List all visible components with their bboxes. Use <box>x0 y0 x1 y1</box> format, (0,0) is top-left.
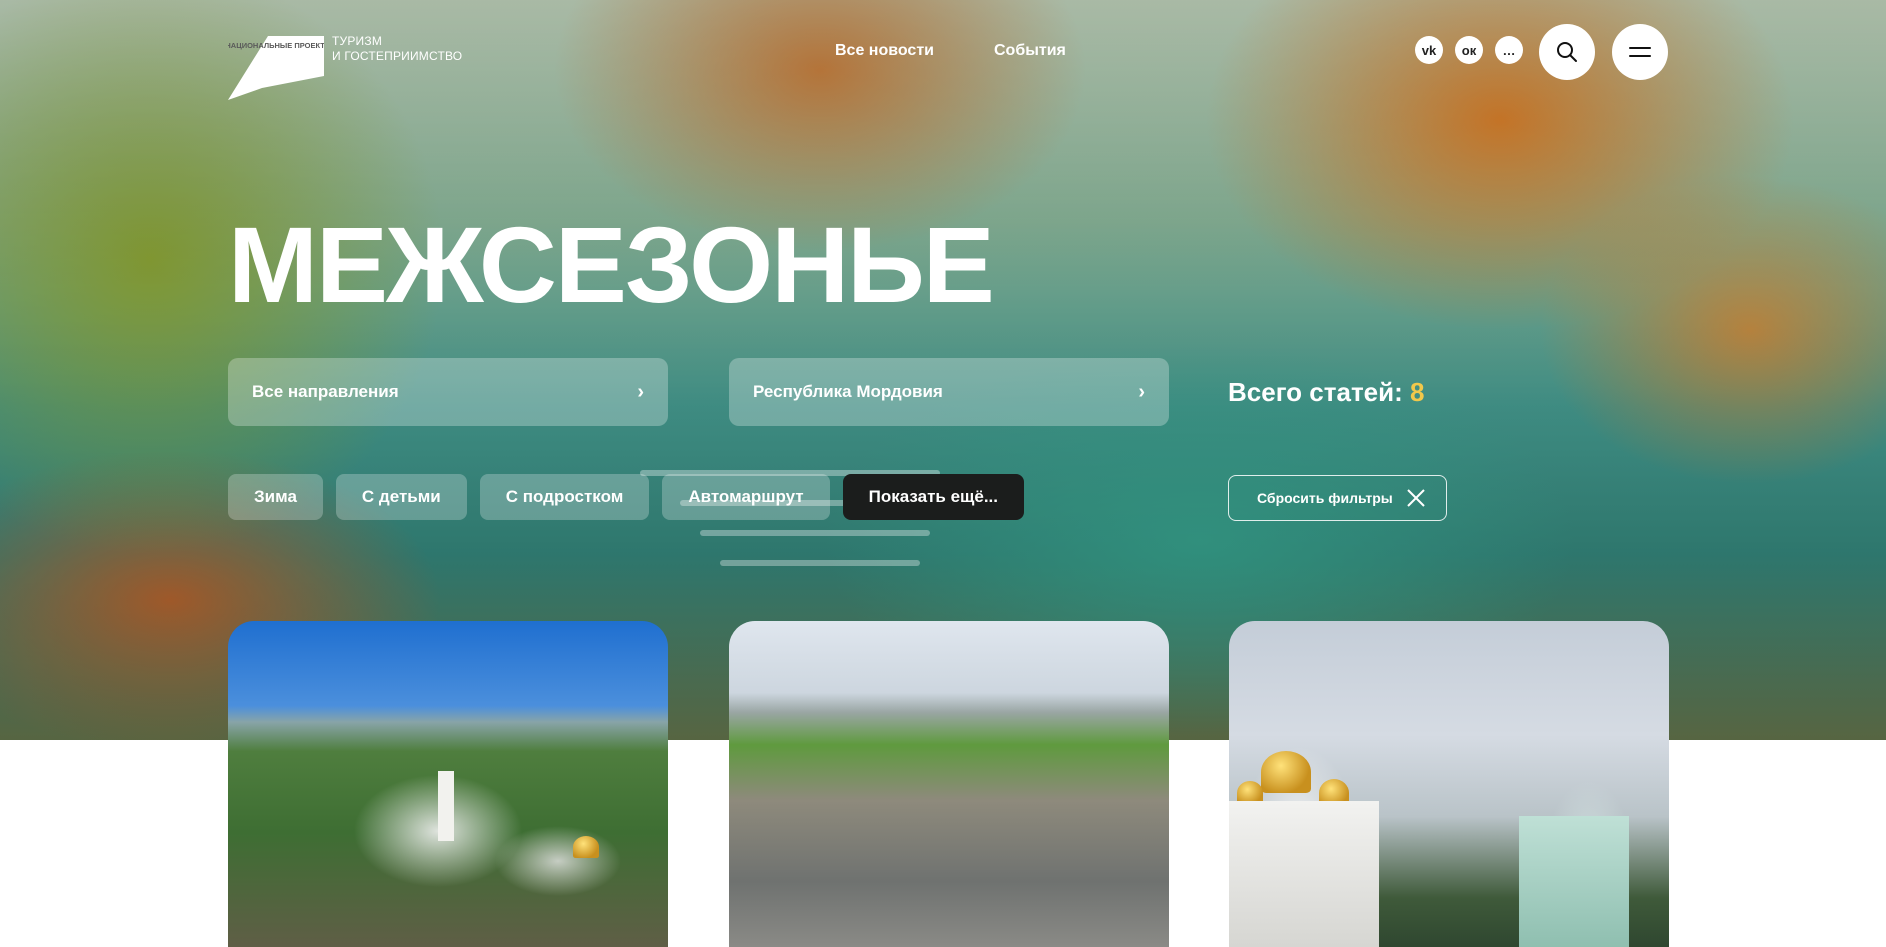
logo-line1: ТУРИЗМ <box>332 34 383 48</box>
direction-select[interactable]: Все направления › <box>228 358 668 426</box>
logo-text: ТУРИЗМ И ГОСТЕПРИИМСТВО <box>332 34 462 64</box>
vk-icon[interactable]: vk <box>1415 36 1443 64</box>
region-select-label: Республика Мордовия <box>753 382 943 401</box>
green-church <box>1519 816 1629 947</box>
menu-icon <box>1629 47 1651 57</box>
tag-filters: Зима С детьми С подростком Автомаршрут П… <box>228 474 1024 520</box>
show-more-button[interactable]: Показать ещё... <box>842 474 1024 520</box>
bell-tower <box>438 771 454 841</box>
ok-icon[interactable]: ок <box>1455 36 1483 64</box>
article-card[interactable] <box>228 621 668 947</box>
total-articles: Всего статей: 8 <box>1228 377 1424 408</box>
cathedral-building <box>1229 801 1379 947</box>
article-card[interactable] <box>729 621 1169 947</box>
chip-road-trip[interactable]: Автомаршрут <box>662 474 830 520</box>
chevron-right-icon: › <box>1138 381 1145 403</box>
logo-line2: И ГОСТЕПРИИМСТВО <box>332 49 463 63</box>
menu-button[interactable] <box>1612 24 1668 80</box>
region-select[interactable]: Республика Мордовия › <box>729 358 1169 426</box>
chip-with-kids[interactable]: С детьми <box>335 474 467 520</box>
golden-dome <box>1261 751 1311 793</box>
aerial-city-photo <box>729 621 1169 947</box>
water-reflection <box>700 530 930 536</box>
social-links: vk ок … <box>1415 36 1523 64</box>
chat-icon[interactable]: … <box>1495 36 1523 64</box>
nav-link-news[interactable]: Все новости <box>835 42 934 60</box>
reset-filters-button[interactable]: Сбросить фильтры <box>1228 475 1447 521</box>
total-label: Всего статей: <box>1228 377 1403 407</box>
article-card[interactable] <box>1229 621 1669 947</box>
logo-mark-text: НАЦИОНАЛЬНЫЕ ПРОЕКТЫ РОССИИ <box>228 41 324 50</box>
total-count: 8 <box>1410 377 1425 407</box>
aerial-monastery-photo <box>228 621 668 947</box>
logo-mark-icon: НАЦИОНАЛЬНЫЕ ПРОЕКТЫ РОССИИ <box>228 36 324 100</box>
close-icon <box>1407 489 1425 507</box>
top-nav: Все новости События <box>835 42 1066 60</box>
cathedral-domes-photo <box>1229 621 1669 947</box>
nav-link-events[interactable]: События <box>994 42 1066 60</box>
chip-with-teen[interactable]: С подростком <box>479 474 650 520</box>
golden-dome <box>573 836 599 858</box>
water-reflection <box>720 560 920 566</box>
search-icon <box>1557 42 1577 62</box>
direction-select-label: Все направления <box>252 382 399 401</box>
chevron-right-icon: › <box>637 381 644 403</box>
site-logo[interactable]: НАЦИОНАЛЬНЫЕ ПРОЕКТЫ РОССИИ ТУРИЗМ И ГОС… <box>228 32 462 100</box>
reset-filters-label: Сбросить фильтры <box>1257 490 1393 506</box>
search-button[interactable] <box>1539 24 1595 80</box>
chip-winter[interactable]: Зима <box>228 474 323 520</box>
page-title: МЕЖСЕЗОНЬЕ <box>228 204 995 325</box>
